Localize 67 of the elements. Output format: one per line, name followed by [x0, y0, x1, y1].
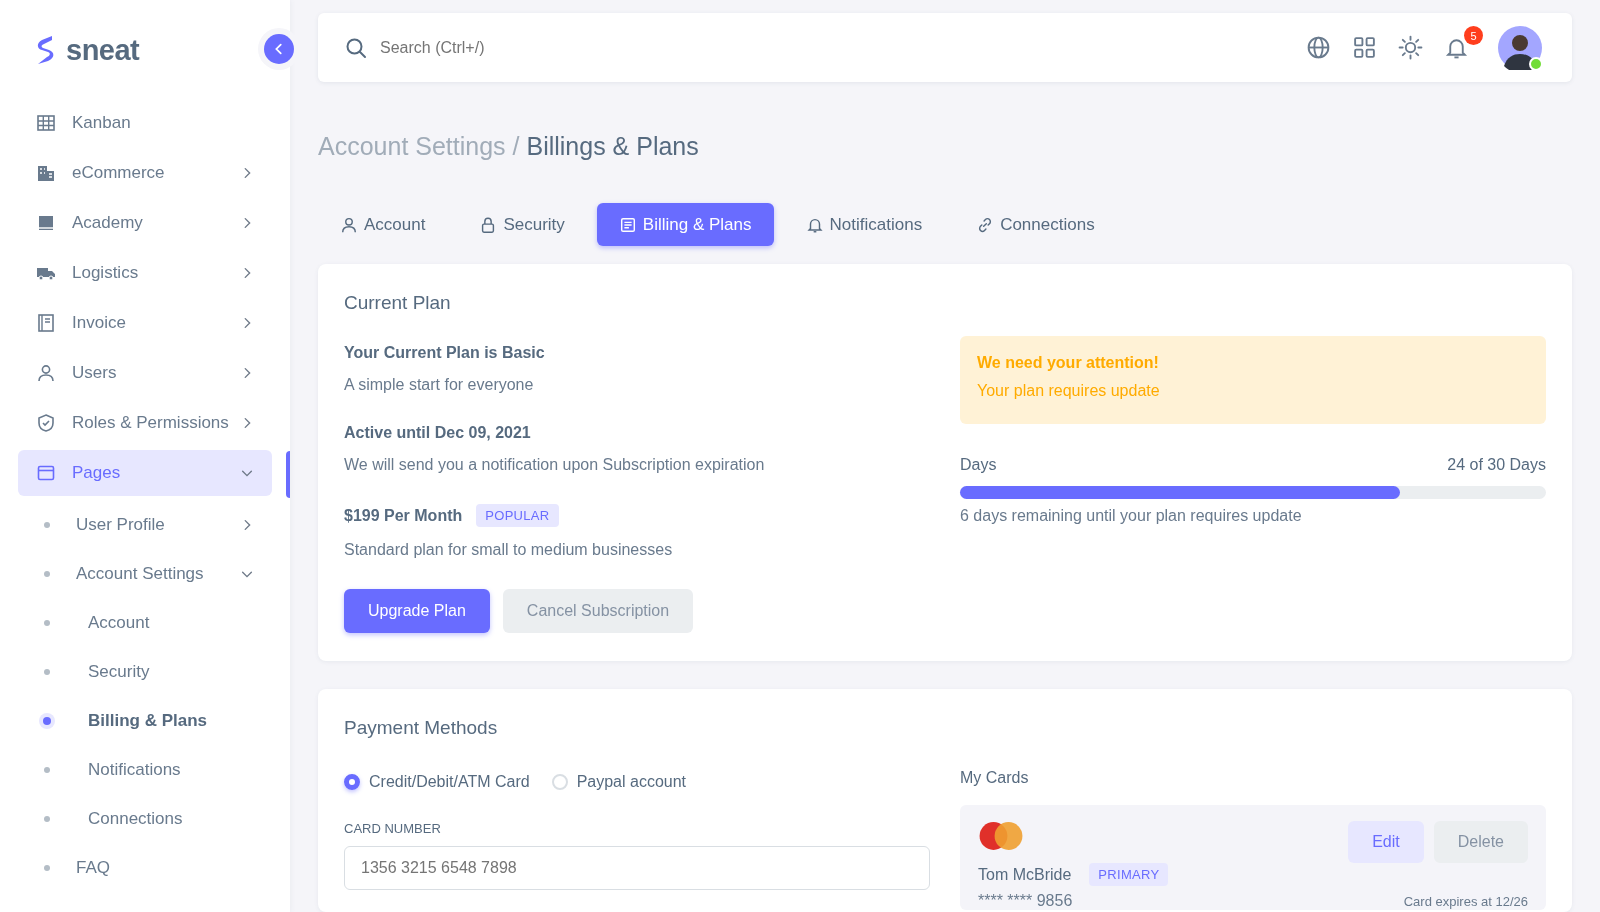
active-until-heading: Active until Dec 09, 2021	[344, 424, 532, 442]
popular-badge: POPULAR	[476, 504, 559, 527]
tab[interactable]: Connections	[954, 203, 1117, 246]
upgrade-button[interactable]: Upgrade Plan	[344, 589, 490, 633]
card-number: **** **** 9856	[978, 892, 1073, 910]
my-cards-title: My Cards	[960, 769, 1030, 787]
days-label: Days	[960, 456, 997, 474]
menu-item[interactable]: Academy	[18, 200, 272, 246]
menu-item[interactable]: Notifications	[18, 745, 272, 794]
globe-icon[interactable]	[1306, 35, 1331, 60]
tab[interactable]: Notifications	[783, 203, 945, 246]
card-title: Current Plan	[344, 292, 452, 314]
page-title: Billings & Plans	[526, 132, 699, 160]
price-heading: $199 Per Month	[344, 506, 463, 525]
search-field[interactable]: Search (Ctrl+/)	[378, 37, 682, 58]
radio-button[interactable]	[344, 774, 360, 790]
building-icon	[36, 163, 56, 183]
menu-item[interactable]: Account	[18, 598, 272, 647]
expiry-note: We will send you a notification upon Subscription expiration	[344, 456, 766, 474]
price-description: Standard plan for small to medium businesses	[344, 541, 674, 559]
plan-description: A simple start for everyone	[344, 376, 535, 394]
card-number-field[interactable]: 1356 3215 6548 7898	[344, 846, 930, 890]
radio-label[interactable]: Paypal account	[576, 773, 687, 791]
menu-item[interactable]: FAQ	[18, 843, 272, 892]
tab[interactable]: Billing & Plans	[596, 203, 774, 246]
shield-icon	[36, 413, 56, 433]
cardholder-name: Tom McBride	[978, 865, 1072, 884]
book-icon	[36, 213, 56, 233]
primary-badge: PRIMARY	[1089, 863, 1169, 886]
radio-label[interactable]: Credit/Debit/ATM Card	[369, 773, 530, 791]
sun-icon[interactable]	[1398, 35, 1423, 60]
delete-button[interactable]: Delete	[1433, 821, 1528, 863]
menu-item[interactable]: Logistics	[18, 250, 272, 296]
document-icon	[618, 215, 637, 234]
user-icon	[36, 363, 56, 383]
cancel-button[interactable]: Cancel Subscription	[502, 589, 694, 633]
plan-heading: Your Current Plan is Basic	[344, 344, 546, 362]
grid-icon[interactable]	[1352, 35, 1377, 60]
menu-item[interactable]: Security	[18, 647, 272, 696]
menu-item[interactable]: Kanban	[18, 100, 272, 146]
document-icon	[36, 313, 56, 333]
menu-item[interactable]: Billing & Plans	[18, 696, 272, 745]
menu-item[interactable]: User Profile	[18, 500, 272, 549]
window-icon	[36, 463, 56, 483]
tab[interactable]: Account	[318, 203, 448, 246]
tab[interactable]: Security	[457, 203, 587, 246]
notification-badge: 5	[1464, 26, 1483, 45]
alert-text: Your plan requires update	[977, 382, 1161, 400]
menu-item[interactable]: Roles & Permissions	[18, 400, 272, 446]
alert-title: We need your attention!	[977, 354, 1160, 372]
menu-item[interactable]: Invoice	[18, 300, 272, 346]
brand-name: sneat	[66, 33, 140, 67]
card-title: Payment Methods	[344, 717, 499, 739]
menu-item[interactable]: Connections	[18, 794, 272, 843]
days-note: 6 days remaining until your plan requires update	[960, 507, 1303, 525]
field-label: CARD NUMBER	[344, 821, 442, 836]
card-expiry: Card expires at 12/26	[1403, 894, 1528, 909]
menu-item[interactable]: Pages	[18, 450, 272, 496]
card-brand-icon	[978, 821, 1024, 851]
menu-item[interactable]: Users	[18, 350, 272, 396]
days-reading: 24 of 30 Days	[1447, 456, 1546, 474]
grid-icon	[36, 113, 56, 133]
menu-item[interactable]: eCommerce	[18, 150, 272, 196]
avatar[interactable]	[1498, 25, 1542, 70]
menu-item[interactable]: Account Settings	[18, 549, 272, 598]
user-icon	[340, 215, 358, 234]
edit-button[interactable]: Edit	[1348, 821, 1424, 863]
